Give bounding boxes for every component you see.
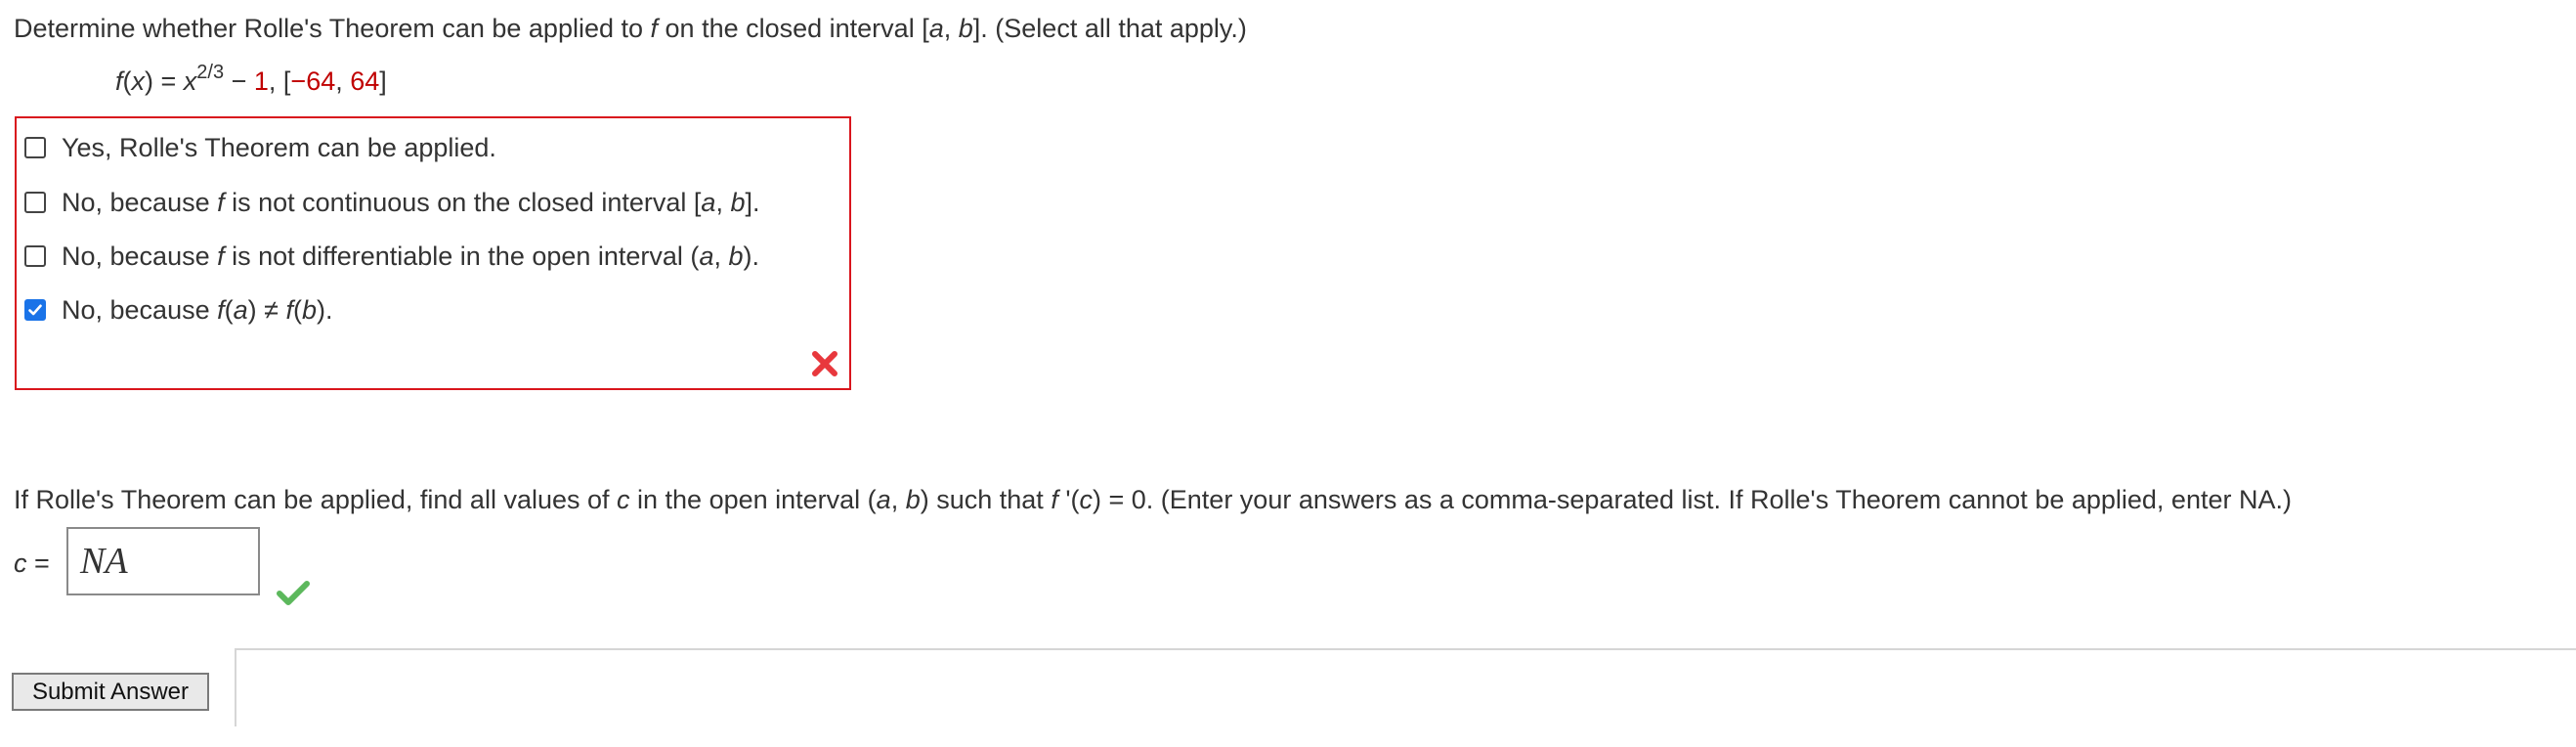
fn-part: , [: [268, 66, 291, 96]
option-not-continuous[interactable]: No, because f is not continuous on the c…: [24, 185, 760, 220]
interval-lower: −64: [290, 66, 336, 96]
option-label: No, because f is not differentiable in t…: [62, 241, 760, 271]
option-fa-neq-fb[interactable]: No, because f(a) ≠ f(b).: [24, 292, 333, 328]
q1-part: Determine whether Rolle's Theorem can be…: [14, 14, 651, 43]
fn-base: x: [183, 66, 197, 96]
q1-part: ,: [943, 14, 959, 43]
x-icon: [812, 351, 837, 376]
answer-label: c =: [14, 549, 50, 578]
option-label: No, because f is not continuous on the c…: [62, 187, 760, 217]
fn-constant: 1: [253, 66, 269, 96]
fn-part: ) =: [145, 66, 184, 96]
fn-f: f: [115, 66, 123, 96]
option-not-differentiable[interactable]: No, because f is not differentiable in t…: [24, 239, 759, 274]
function-definition: f(x) = x2/3 − 1, [−64, 64]: [115, 63, 387, 97]
interval-upper: 64: [350, 66, 380, 96]
question-1-text: Determine whether Rolle's Theorem can be…: [14, 14, 1247, 44]
footer-divider-vertical: [235, 648, 236, 726]
fn-exponent: 2/3: [196, 62, 225, 83]
option-label: No, because f(a) ≠ f(b).: [62, 294, 333, 325]
fn-x: x: [131, 66, 146, 96]
fn-part: ,: [335, 66, 351, 96]
question-2-text: If Rolle's Theorem can be applied, find …: [14, 485, 2292, 514]
q1-var-b: b: [958, 14, 973, 43]
q1-var-a: a: [928, 14, 944, 43]
answer-input[interactable]: NA: [66, 527, 260, 595]
footer-divider: [235, 648, 2576, 650]
checkbox[interactable]: [24, 245, 46, 267]
checkbox-checked[interactable]: [24, 299, 46, 321]
option-label: Yes, Rolle's Theorem can be applied.: [62, 132, 496, 162]
check-icon: [277, 581, 310, 605]
checkbox[interactable]: [24, 192, 46, 213]
q1-part: ]. (Select all that apply.): [972, 14, 1247, 43]
checkbox[interactable]: [24, 137, 46, 158]
q1-part: on the closed interval [: [658, 14, 929, 43]
option-yes-applied[interactable]: Yes, Rolle's Theorem can be applied.: [24, 130, 496, 165]
answer-choices-box: Yes, Rolle's Theorem can be applied. No,…: [15, 116, 851, 390]
fn-part: −: [224, 66, 254, 96]
fn-part: (: [122, 66, 132, 96]
submit-answer-button[interactable]: Submit Answer: [12, 673, 209, 711]
q1-var-f: f: [650, 14, 659, 43]
fn-part: ]: [379, 66, 387, 96]
checkmark-icon: [28, 304, 42, 316]
